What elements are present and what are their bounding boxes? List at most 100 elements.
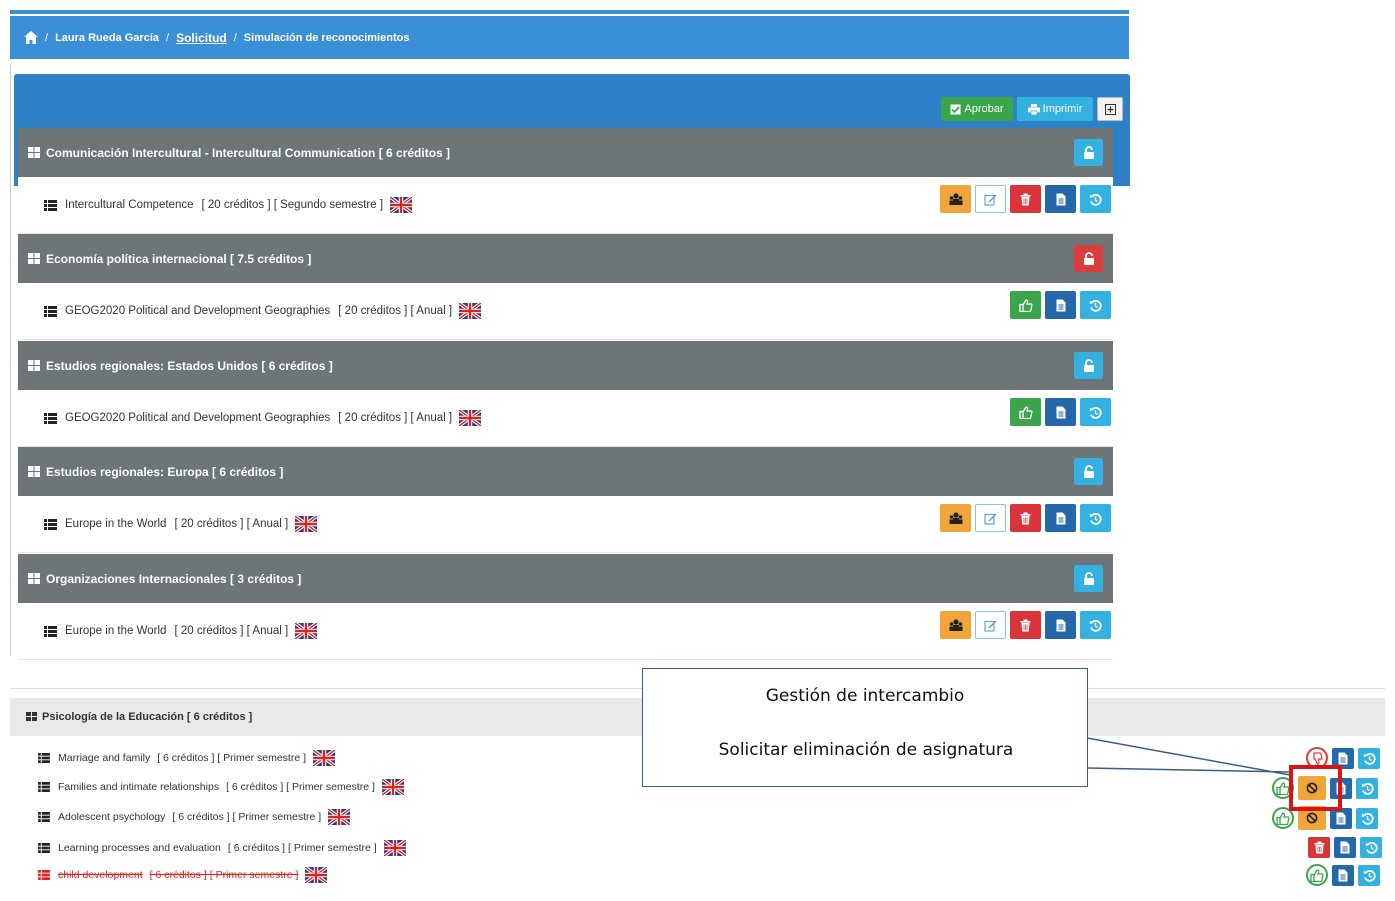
row-actions xyxy=(1308,837,1382,858)
history-button[interactable] xyxy=(1358,747,1380,769)
edit-icon xyxy=(984,513,997,525)
list-icon xyxy=(38,753,50,763)
delete-button[interactable] xyxy=(1010,504,1041,532)
history-icon xyxy=(1089,406,1102,419)
history-button[interactable] xyxy=(1080,291,1111,319)
document-button[interactable] xyxy=(1332,864,1354,886)
list-icon xyxy=(38,782,50,792)
uk-flag-icon xyxy=(459,410,482,426)
thumbs-up-icon xyxy=(1310,868,1324,882)
unlock-icon xyxy=(1083,465,1094,478)
exchange-management-button[interactable] xyxy=(940,611,971,639)
subject-group-header: Estudios regionales: Europa [ 6 créditos… xyxy=(18,447,1113,496)
lock-button[interactable] xyxy=(1074,352,1103,379)
course-meta: [ 20 créditos ] [ Anual ] xyxy=(338,305,453,317)
approve-course-button[interactable] xyxy=(1010,291,1041,319)
history-icon xyxy=(1361,782,1374,795)
history-button[interactable] xyxy=(1080,185,1111,213)
users-icon xyxy=(949,193,962,205)
breadcrumb-current: Simulación de reconocimientos xyxy=(243,31,410,44)
course-name: GEOG2020 Political and Development Geogr… xyxy=(65,305,331,317)
history-button[interactable] xyxy=(1356,777,1378,799)
document-button[interactable] xyxy=(1045,398,1076,426)
row-actions xyxy=(940,504,1111,532)
delete-button[interactable] xyxy=(1010,185,1041,213)
history-icon xyxy=(1089,619,1102,632)
trash-icon xyxy=(1020,193,1031,205)
lower-course-meta: [ 6 créditos ] [ Primer semestre ] xyxy=(227,842,377,854)
lock-button[interactable] xyxy=(1074,139,1103,166)
callout-subtitle: Solicitar eliminación de asignatura xyxy=(718,740,1014,760)
exchange-management-button[interactable] xyxy=(940,504,971,532)
course-row: GEOG2020 Political and Development Geogr… xyxy=(18,283,1113,340)
row-actions xyxy=(940,185,1111,213)
delete-button[interactable] xyxy=(1010,611,1041,639)
document-button[interactable] xyxy=(1045,504,1076,532)
callout-title: Gestión de intercambio xyxy=(765,686,965,706)
breadcrumb-separator: / xyxy=(166,31,170,44)
uk-flag-icon xyxy=(305,867,328,883)
history-button[interactable] xyxy=(1356,807,1378,829)
grid-icon xyxy=(28,360,40,371)
expand-button[interactable] xyxy=(1097,97,1123,121)
exchange-management-button[interactable] xyxy=(940,185,971,213)
course-meta: [ 20 créditos ] [ Anual ] xyxy=(338,412,453,424)
lock-button[interactable] xyxy=(1074,565,1103,592)
lower-course-name: Learning processes and evaluation xyxy=(58,842,221,854)
document-button[interactable] xyxy=(1045,185,1076,213)
document-button[interactable] xyxy=(1045,611,1076,639)
unlock-icon xyxy=(1083,572,1094,585)
thumbs-up-icon xyxy=(1018,298,1032,312)
history-button[interactable] xyxy=(1080,504,1111,532)
row-actions xyxy=(1010,291,1111,319)
edit-button[interactable] xyxy=(975,504,1006,532)
delete-button[interactable] xyxy=(1308,837,1330,858)
grid-icon xyxy=(28,253,40,264)
lower-course-meta: [ 6 créditos ] [ Primer semestre ] xyxy=(172,811,322,823)
breadcrumb-solicitud-link[interactable]: Solicitud xyxy=(176,31,227,45)
document-icon xyxy=(1056,193,1065,205)
lock-button[interactable] xyxy=(1074,458,1103,485)
history-button[interactable] xyxy=(1360,837,1382,858)
print-button[interactable]: Imprimir xyxy=(1017,97,1093,121)
document-button[interactable] xyxy=(1045,291,1076,319)
document-icon xyxy=(1338,869,1348,881)
unlock-icon xyxy=(1083,359,1094,372)
lower-course-meta: [ 6 créditos ] [ Primer semestre ] xyxy=(157,752,306,764)
lower-course-row: Marriage and family [ 6 créditos ] [ Prim… xyxy=(38,747,335,769)
edit-button[interactable] xyxy=(975,611,1006,639)
breadcrumb-student-name[interactable]: Laura Rueda García xyxy=(55,32,159,44)
lower-group-title: Psicología de la Educación [ 6 créditos … xyxy=(42,711,253,723)
subject-group-header: Organizaciones Internacionales [ 3 crédi… xyxy=(18,554,1113,603)
lower-course-meta: [ 6 créditos ] [ Primer semestre ] xyxy=(226,781,375,793)
approve-label: Aprobar xyxy=(964,103,1004,115)
edit-icon xyxy=(984,620,997,632)
history-button[interactable] xyxy=(1358,864,1380,886)
list-icon xyxy=(44,625,57,637)
uk-flag-icon xyxy=(313,750,335,766)
history-icon xyxy=(1361,812,1374,825)
uk-flag-icon xyxy=(295,623,318,639)
panel-toolbar: Aprobar Imprimir xyxy=(941,97,1123,121)
plus-square-icon xyxy=(1104,103,1116,115)
history-button[interactable] xyxy=(1080,611,1111,639)
lock-button[interactable] xyxy=(1074,245,1103,272)
approve-course-button[interactable] xyxy=(1010,398,1041,426)
subject-group-title: Organizaciones Internacionales [ 3 crédi… xyxy=(46,571,302,586)
course-row: Europe in the World [ 20 créditos ] [ Anu… xyxy=(18,603,1113,660)
course-row: Europe in the World [ 20 créditos ] [ Anu… xyxy=(18,496,1113,553)
uk-flag-icon xyxy=(328,809,351,825)
approve-course-button[interactable] xyxy=(1306,864,1328,886)
document-icon xyxy=(1338,752,1348,764)
document-button[interactable] xyxy=(1334,837,1356,858)
edit-button[interactable] xyxy=(975,185,1006,213)
history-button[interactable] xyxy=(1080,398,1111,426)
edit-icon xyxy=(984,194,997,206)
print-label: Imprimir xyxy=(1042,103,1083,115)
home-icon[interactable] xyxy=(24,31,38,44)
subject-group-title: Estudios regionales: Estados Unidos [ 6 … xyxy=(46,358,333,373)
approve-button[interactable]: Aprobar xyxy=(941,97,1013,121)
thumbs-up-icon xyxy=(1018,405,1032,419)
uk-flag-icon xyxy=(295,516,318,532)
course-meta: [ 20 créditos ] [ Anual ] xyxy=(174,518,289,530)
